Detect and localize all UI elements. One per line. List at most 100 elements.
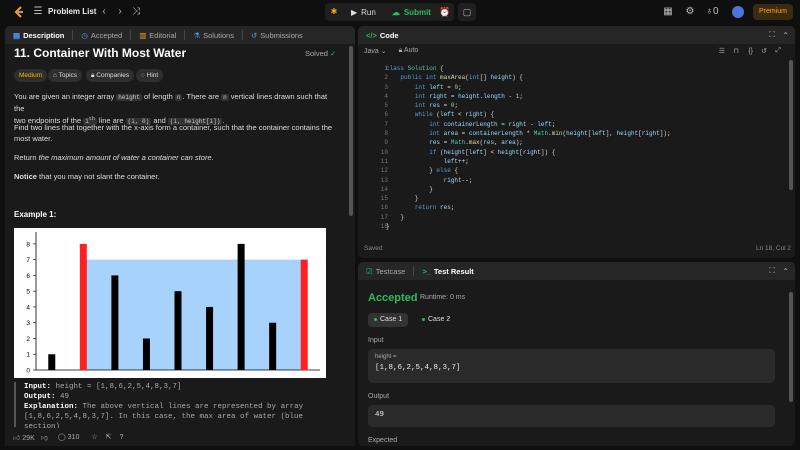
tab-editorial[interactable]: ▥ Editorial xyxy=(135,26,180,44)
tab-code[interactable]: </> Code xyxy=(362,26,403,44)
tab-testcase[interactable]: ☑ Testcase xyxy=(362,262,409,280)
code-brackets-icon: </> xyxy=(366,30,377,40)
debug-icon[interactable]: ✱ xyxy=(325,3,343,21)
bar-3 xyxy=(111,275,119,370)
tab-accepted[interactable]: ◷ Accepted xyxy=(77,26,126,44)
next-problem-icon[interactable]: › xyxy=(114,6,126,18)
code-line: } else { xyxy=(386,167,459,175)
code-line: while (left < right) { xyxy=(414,111,495,119)
save-status: Saved xyxy=(364,245,383,252)
line-number: 12 xyxy=(380,167,388,175)
bar-1 xyxy=(48,354,56,370)
streak-counter[interactable]: ♁0 xyxy=(702,6,722,18)
code-line: res = Math.max(res, area); xyxy=(429,139,523,147)
test-tabs: ☑ Testcase >_ Test Result ⛶ ⌃ xyxy=(358,262,795,280)
tab-submissions[interactable]: ↺ Submissions xyxy=(247,26,307,44)
collapse-icon[interactable]: ⌃ xyxy=(782,31,789,40)
line-number: 16 xyxy=(380,204,388,212)
braces-icon[interactable]: {} xyxy=(748,48,753,55)
check-circle-icon: ✓ xyxy=(330,49,337,58)
problem-statement-p4: Notice that you may not slant the contai… xyxy=(14,172,160,181)
thumbs-down-icon: 👎︎ xyxy=(40,434,48,442)
tab-divider xyxy=(72,30,74,40)
output-label: Output xyxy=(368,393,390,400)
format-icon[interactable]: ☰ xyxy=(719,47,725,55)
history-icon: ↺ xyxy=(250,30,258,40)
input-box: height = [1,8,6,2,5,4,8,3,7] xyxy=(368,349,775,383)
test-scrollbar[interactable] xyxy=(789,292,793,402)
result-status: Accepted xyxy=(368,292,418,304)
problem-statement-p2: Find two lines that together with the x-… xyxy=(14,123,333,143)
example-title: Example 1: xyxy=(14,210,57,219)
like-button[interactable]: 👍︎ 29K xyxy=(13,433,35,442)
difficulty-badge[interactable]: Medium xyxy=(14,69,48,82)
collapse-icon[interactable]: ⌃ xyxy=(782,267,789,276)
example-chart: 0 1 2 3 4 5 6 7 8 xyxy=(14,228,326,378)
y-tick-label: 7 xyxy=(26,257,30,264)
leetcode-logo-icon[interactable] xyxy=(12,5,26,19)
tab-description[interactable]: ▤ Description xyxy=(9,26,68,44)
bar-7 xyxy=(237,243,245,370)
dislike-button[interactable]: 👎︎ xyxy=(41,433,48,442)
code-line: int area = containerLength * Math.min(he… xyxy=(429,130,671,138)
code-line: int right = height.length - 1; xyxy=(414,92,523,100)
maximize-icon[interactable]: ⛶ xyxy=(769,30,775,40)
line-number: 3 xyxy=(384,83,388,91)
case-1-tab[interactable]: Case 1 xyxy=(368,313,409,327)
line-number: 7 xyxy=(384,120,388,128)
line-number: 10 xyxy=(380,148,388,156)
submit-button[interactable]: ☁ Submit xyxy=(384,3,439,21)
line-number: 13 xyxy=(380,176,388,184)
tab-divider xyxy=(184,30,186,40)
language-select[interactable]: Java ⌄ xyxy=(364,47,387,55)
notes-icon[interactable]: ▢ xyxy=(458,3,476,21)
tab-test-result[interactable]: >_ Test Result xyxy=(418,262,477,280)
reset-icon[interactable]: ↺ xyxy=(761,47,767,55)
help-icon[interactable]: ? xyxy=(120,434,124,441)
avatar[interactable] xyxy=(732,6,744,18)
settings-gear-icon[interactable]: ⚙ xyxy=(684,6,696,18)
description-scrollbar[interactable] xyxy=(349,46,353,216)
problem-title: 11. Container With Most Water xyxy=(14,46,187,60)
timer-icon[interactable]: ⏰ xyxy=(436,3,454,21)
expand-icon[interactable]: ⤢ xyxy=(775,47,781,55)
line-number: 17 xyxy=(380,213,388,221)
shuffle-icon[interactable]: ⤨ xyxy=(130,6,142,18)
comments-button[interactable]: ◯ 310 xyxy=(58,433,79,441)
y-tick-label: 5 xyxy=(26,289,30,296)
pass-dot xyxy=(422,317,425,321)
y-tick-label: 0 xyxy=(26,368,30,375)
topics-chip[interactable]: ⌂ Topics xyxy=(48,69,83,82)
comment-icon: ◯ xyxy=(57,434,66,441)
run-button[interactable]: ▶ Run xyxy=(343,3,384,21)
premium-button[interactable]: Premium xyxy=(753,4,793,20)
prev-problem-icon[interactable]: ‹ xyxy=(98,6,110,18)
top-bar: ☰ Problem List ‹ › ⤨ ✱ ▶ Run ☁ Submit ⏰ ▢ … xyxy=(0,0,800,24)
run-submit-group: ✱ ▶ Run ☁ Submit xyxy=(325,3,439,21)
hint-chip[interactable]: ◌ Hint xyxy=(136,69,164,82)
problem-list-link[interactable]: Problem List xyxy=(48,7,96,16)
code-scrollbar[interactable] xyxy=(789,60,793,190)
code-editor[interactable]: class Solution { public int maxArea(int[… xyxy=(386,64,671,231)
code-line: public int maxArea(int[] height) { xyxy=(400,74,523,82)
bar-9 xyxy=(300,259,308,370)
companies-chip[interactable]: 🔒︎ Companies xyxy=(86,69,135,82)
expected-label: Expected xyxy=(368,437,398,444)
case-2-tab[interactable]: Case 2 xyxy=(416,313,456,327)
y-tick-label: 2 xyxy=(26,336,30,343)
layout-grid-icon[interactable]: ▦ xyxy=(662,6,674,18)
tab-solutions[interactable]: ⚗ Solutions xyxy=(189,26,238,44)
autocomplete-toggle[interactable]: 🔒︎ Auto xyxy=(399,47,419,55)
favorite-star-icon[interactable]: ☆ xyxy=(91,433,97,441)
line-number: 8 xyxy=(384,130,388,138)
input-label: Input xyxy=(368,337,384,344)
pass-dot xyxy=(374,317,377,321)
problem-list-icon[interactable]: ☰ xyxy=(32,6,44,18)
bookmark-icon[interactable]: ⊓ xyxy=(734,47,739,55)
y-tick-label: 8 xyxy=(26,241,30,248)
maximize-icon[interactable]: ⛶ xyxy=(769,266,775,276)
share-icon[interactable]: ⇱ xyxy=(106,433,112,441)
bar-6 xyxy=(206,306,214,370)
code-line: } xyxy=(386,213,405,221)
runtime-label: Runtime: 0 ms xyxy=(420,294,466,301)
